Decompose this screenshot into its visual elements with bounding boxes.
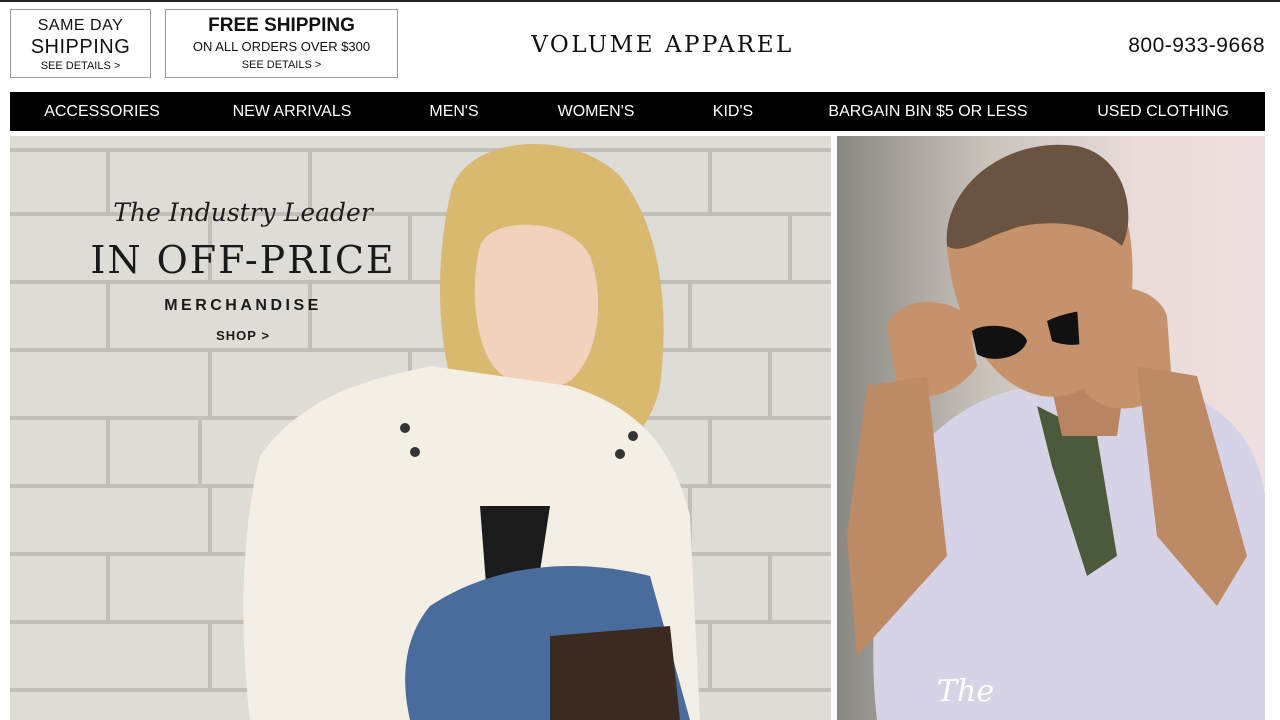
hero-shop-link[interactable]: SHOP > <box>70 328 416 343</box>
promo-free-shipping-condition: ON ALL ORDERS OVER $300 <box>192 39 371 54</box>
promo-same-day-line2: SHIPPING <box>30 36 131 58</box>
main-nav: ACCESSORIES NEW ARRIVALS MEN'S WOMEN'S K… <box>10 92 1265 131</box>
hero-mens-title: The <box>937 674 995 709</box>
phone-number: 800-933-9668 <box>1128 34 1265 57</box>
hero-mens-image <box>847 144 1265 720</box>
hero-banner-mens[interactable]: The <box>837 136 1265 720</box>
promo-same-day-line1: SAME DAY <box>37 17 124 34</box>
nav-item-accessories[interactable]: ACCESSORIES <box>44 92 160 131</box>
nav-item-womens[interactable]: WOMEN'S <box>558 92 635 131</box>
same-day-shipping-promo[interactable]: SAME DAY SHIPPING SEE DETAILS > <box>10 9 151 78</box>
hero-headline: IN OFF-PRICE <box>90 238 396 282</box>
top-rule <box>0 0 1280 2</box>
nav-item-bargain-bin[interactable]: BARGAIN BIN $5 OR LESS <box>828 92 1027 131</box>
same-day-see-details-link[interactable]: SEE DETAILS > <box>11 60 150 72</box>
promo-free-shipping-title: FREE SHIPPING <box>208 15 355 36</box>
free-shipping-promo[interactable]: FREE SHIPPING ON ALL ORDERS OVER $300 SE… <box>165 9 398 78</box>
nav-item-mens[interactable]: MEN'S <box>429 92 478 131</box>
brand-logo[interactable]: VOLUME APPAREL <box>470 32 855 58</box>
nav-item-used-clothing[interactable]: USED CLOTHING <box>1097 92 1229 131</box>
hero-tagline: The Industry Leader <box>113 198 373 227</box>
hero-banner-womens[interactable]: The Industry Leader IN OFF-PRICE MERCHAN… <box>10 136 831 720</box>
free-shipping-see-details-link[interactable]: SEE DETAILS > <box>166 59 397 71</box>
nav-item-new-arrivals[interactable]: NEW ARRIVALS <box>233 92 352 131</box>
hero-subline: MERCHANDISE <box>164 297 322 314</box>
nav-item-kids[interactable]: KID'S <box>713 92 753 131</box>
